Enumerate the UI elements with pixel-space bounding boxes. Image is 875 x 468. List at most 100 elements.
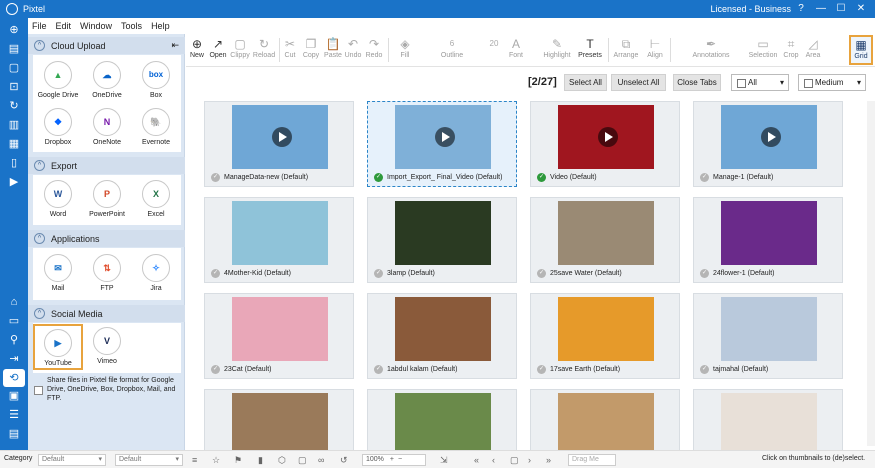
category-select[interactable]: Default ▾	[38, 454, 106, 466]
section-export[interactable]: ^ Export	[28, 157, 185, 174]
thumbnail-card[interactable]: ✓ Import_Export_ Final_Video (Default)	[367, 101, 517, 187]
thumbnail-card[interactable]: ✓ tajmahal (Default)	[693, 293, 843, 379]
vimeo-button[interactable]: V Vimeo	[82, 327, 132, 365]
link-icon[interactable]: ∞	[318, 455, 324, 465]
close-button[interactable]: ✕	[851, 2, 871, 16]
onedrive-button[interactable]: ☁ OneDrive	[82, 61, 132, 99]
scroll-icon[interactable]: ⇲	[440, 455, 448, 466]
thumbnail-card[interactable]: ✓ ManageData-new (Default)	[204, 101, 354, 187]
rail-home-icon[interactable]: ⌂	[7, 296, 21, 309]
thumbnail-card[interactable]	[693, 389, 843, 450]
thumbnail-card[interactable]: ✓ Video (Default)	[530, 101, 680, 187]
jira-button[interactable]: ✧ Jira	[131, 254, 181, 292]
comment-icon[interactable]: ▢	[298, 455, 307, 466]
selection-button[interactable]: ▭ Selection	[748, 36, 778, 59]
rail-window-icon[interactable]: ⊡	[7, 81, 21, 94]
thumbnail-card[interactable]	[367, 389, 517, 450]
rail-capture-icon[interactable]: ⊕	[7, 24, 21, 37]
box-button[interactable]: box Box	[131, 61, 181, 99]
menu-edit[interactable]: Edit	[56, 21, 72, 31]
arrange-button[interactable]: ⧉ Arrange	[611, 36, 641, 59]
check-icon[interactable]: ✓	[700, 365, 709, 374]
zoom-control[interactable]: 100% + −	[362, 454, 426, 466]
unselect-all-button[interactable]: Unselect All	[611, 74, 666, 91]
close-tabs-button[interactable]: Close Tabs	[673, 74, 721, 91]
rail-video-icon[interactable]: ▶	[7, 176, 21, 189]
prev-page-icon[interactable]: ‹	[492, 455, 495, 465]
thumbnail-card[interactable]	[530, 389, 680, 450]
tag-select[interactable]: Default ▾	[115, 454, 183, 466]
check-icon[interactable]: ✓	[374, 365, 383, 374]
thumbnail-card[interactable]: ✓ Manage-1 (Default)	[693, 101, 843, 187]
check-icon[interactable]: ✓	[374, 173, 383, 182]
font-size-select[interactable]: 20	[484, 36, 504, 52]
check-icon[interactable]: ✓	[211, 173, 220, 182]
thumbnail-card[interactable]	[204, 389, 354, 450]
check-icon[interactable]: ✓	[700, 269, 709, 278]
ftp-button[interactable]: ⇅ FTP	[82, 254, 132, 292]
paste-button[interactable]: 📋 Paste	[323, 36, 343, 59]
section-applications[interactable]: ^ Applications	[28, 230, 185, 247]
onenote-button[interactable]: N OneNote	[82, 108, 132, 146]
drag-me-button[interactable]: Drag Me	[568, 454, 616, 466]
check-icon[interactable]: ✓	[374, 269, 383, 278]
presets-button[interactable]: T Presets	[576, 36, 604, 59]
rail-settings-icon[interactable]: ☰	[7, 409, 21, 422]
check-icon[interactable]: ✓	[211, 269, 220, 278]
menu-tools[interactable]: Tools	[121, 21, 142, 31]
share-checkbox[interactable]	[34, 386, 43, 395]
dropbox-button[interactable]: ❖ Dropbox	[33, 108, 83, 146]
rail-search-icon[interactable]: ⚲	[7, 334, 21, 347]
menu-file[interactable]: File	[32, 21, 47, 31]
annotations-button[interactable]: ✒ Annotations	[676, 36, 746, 59]
thumbnail-card[interactable]: ✓ 25save Water (Default)	[530, 197, 680, 283]
copy-button[interactable]: ❐ Copy	[302, 36, 320, 59]
filter-dropdown[interactable]: All ▾	[731, 74, 789, 91]
crop-button[interactable]: ⌗ Crop	[782, 36, 800, 59]
clippy-button[interactable]: ▢ Clippy	[228, 36, 252, 59]
flag-icon[interactable]: ⚑	[234, 455, 242, 466]
bookmark-icon[interactable]: ▮	[258, 455, 263, 466]
fill-button[interactable]: ◈ Fill	[391, 36, 419, 59]
font-button[interactable]: A Font	[506, 36, 526, 59]
vertical-scrollbar[interactable]	[867, 101, 875, 446]
menu-icon[interactable]: ≡	[192, 455, 197, 465]
new-button[interactable]: ⊕ New	[188, 36, 206, 59]
section-cloud-upload[interactable]: ^ Cloud Upload ⇤	[28, 37, 185, 54]
thumbnail-card[interactable]: ✓ 23Cat (Default)	[204, 293, 354, 379]
history-icon[interactable]: ↺	[340, 455, 348, 466]
check-icon[interactable]: ✓	[700, 173, 709, 182]
excel-button[interactable]: X Excel	[131, 180, 181, 218]
rail-export-icon[interactable]: ⇥	[7, 353, 21, 366]
tag-icon[interactable]: ⬡	[278, 455, 286, 466]
check-icon[interactable]: ✓	[537, 173, 546, 182]
check-icon[interactable]: ✓	[211, 365, 220, 374]
last-page-icon[interactable]: »	[546, 455, 551, 465]
powerpoint-button[interactable]: P PowerPoint	[82, 180, 132, 218]
check-icon[interactable]: ✓	[537, 269, 546, 278]
rail-region-icon[interactable]: ▢	[7, 62, 21, 75]
next-page-icon[interactable]: ›	[528, 455, 531, 465]
zoom-out-icon[interactable]: −	[398, 456, 402, 463]
check-icon[interactable]: ✓	[537, 365, 546, 374]
page-icon[interactable]: ▢	[510, 455, 519, 466]
align-button[interactable]: ⊢ Align	[644, 36, 666, 59]
cut-button[interactable]: ✂ Cut	[282, 36, 298, 59]
outline-button[interactable]: 6 Outline	[422, 36, 482, 59]
help-icon[interactable]: ?	[791, 2, 811, 16]
google-drive-button[interactable]: ▲ Google Drive	[33, 61, 83, 99]
menu-window[interactable]: Window	[80, 21, 112, 31]
star-icon[interactable]: ☆	[212, 455, 220, 466]
rail-info-icon[interactable]: ▤	[7, 428, 21, 441]
grid-button[interactable]: ▦ Grid	[849, 35, 873, 65]
thumbnail-card[interactable]: ✓ 1abdul kalam (Default)	[367, 293, 517, 379]
rail-share-icon[interactable]: ⟲	[3, 369, 25, 387]
mail-button[interactable]: ✉ Mail	[33, 254, 83, 292]
thumbnail-card[interactable]: ✓ 17save Earth (Default)	[530, 293, 680, 379]
redo-button[interactable]: ↷ Redo	[365, 36, 383, 59]
rail-phone-icon[interactable]: ▯	[7, 157, 21, 170]
reload-button[interactable]: ↻ Reload	[252, 36, 276, 59]
thumbnail-card[interactable]: ✓ 24flower-1 (Default)	[693, 197, 843, 283]
size-dropdown[interactable]: Medium ▾	[798, 74, 866, 91]
rail-scroll-icon[interactable]: ↻	[7, 100, 21, 113]
